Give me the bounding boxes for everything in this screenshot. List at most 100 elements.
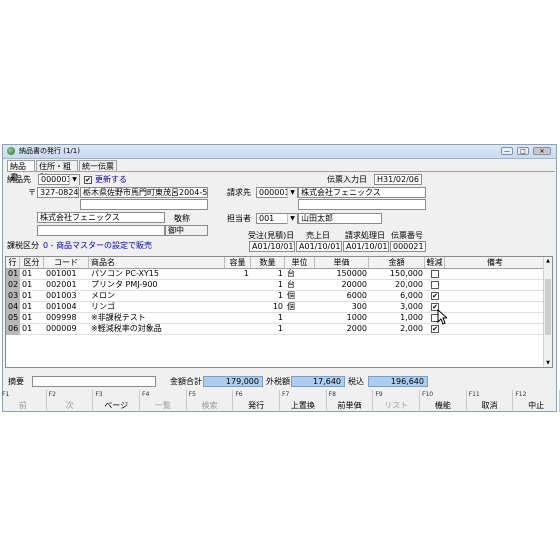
cell-remarks[interactable] (445, 269, 546, 280)
cell-code[interactable]: 000009 (44, 324, 89, 335)
cell-qty[interactable]: 1 (251, 269, 285, 280)
billing-name2-field[interactable] (298, 199, 426, 210)
reduced-tax-checkbox[interactable]: ✔ (431, 292, 439, 300)
table-row[interactable]: 05 01 009998 ※非課税テスト 1 1000 1,000 (6, 313, 546, 324)
cell-line-no[interactable]: 02 (6, 280, 20, 291)
cell-capacity[interactable] (225, 313, 251, 324)
vertical-scrollbar[interactable]: ▲ ▼ (543, 257, 552, 367)
fkey-f7[interactable]: F7 上置換 (280, 390, 327, 412)
col-header-name[interactable]: 商品名 (89, 257, 225, 268)
fkey-f1[interactable]: F1 前 (0, 390, 47, 412)
cell-unit[interactable]: 個 (285, 291, 315, 302)
cell-product-name[interactable]: プリンタ PMJ-900 (89, 280, 225, 291)
cell-qty[interactable]: 1 (251, 280, 285, 291)
col-header-unit[interactable]: 単位 (285, 257, 315, 268)
fkey-f2[interactable]: F2 次 (47, 390, 94, 412)
line-items-grid[interactable]: 行 区分 コード 商品名 容量 数量 単位 単価 金額 軽減 備考 01 01 00… (5, 256, 553, 368)
cell-kubun[interactable]: 01 (20, 302, 44, 313)
cell-kubun[interactable]: 01 (20, 269, 44, 280)
address-line1-field[interactable]: 栃木県佐野市馬門町東茂呂2004-5 (80, 187, 208, 198)
cell-unit[interactable] (285, 313, 315, 324)
maximize-button[interactable]: □ (517, 147, 529, 155)
cell-unit[interactable]: 台 (285, 280, 315, 291)
staff-select[interactable]: 001 ▼ (256, 213, 298, 224)
col-header-line[interactable]: 行 (6, 257, 20, 268)
cell-line-no[interactable]: 01 (6, 269, 20, 280)
table-row[interactable]: 01 01 001001 パソコン PC-XY15 1 1 台 150000 150,000 (6, 269, 546, 280)
slip-no-field[interactable]: 000021 (390, 241, 426, 252)
col-header-price[interactable]: 単価 (315, 257, 369, 268)
fkey-f12[interactable]: F12 中止 (513, 390, 560, 412)
cell-remarks[interactable] (445, 324, 546, 335)
update-checkbox[interactable]: ✔ (84, 176, 92, 184)
cell-code[interactable]: 001004 (44, 302, 89, 313)
cell-capacity[interactable] (225, 280, 251, 291)
staff-name-field[interactable]: 山田太郎 (298, 213, 382, 224)
fkey-f10[interactable]: F10 機能 (420, 390, 467, 412)
cell-code[interactable]: 001003 (44, 291, 89, 302)
col-header-qty[interactable]: 数量 (251, 257, 285, 268)
cell-unit[interactable]: 台 (285, 269, 315, 280)
table-row[interactable]: 06 01 000009 ※軽減税率の対象品 1 2000 2,000 ✔ (6, 324, 546, 335)
title-bar[interactable]: 納品書の発行 (1/1) — □ ✕ (3, 145, 556, 159)
cell-product-name[interactable]: ※非課税テスト (89, 313, 225, 324)
cell-price[interactable]: 2000 (315, 324, 369, 335)
fkey-f3[interactable]: F3 ページ (93, 390, 140, 412)
chevron-down-icon[interactable]: ▼ (69, 175, 79, 185)
close-button[interactable]: ✕ (533, 147, 551, 155)
slip-date-field[interactable]: H31/02/06 (374, 174, 422, 185)
col-header-capacity[interactable]: 容量 (225, 257, 251, 268)
cell-qty[interactable]: 1 (251, 313, 285, 324)
delivery-to-select[interactable]: 000001 ▼ (38, 174, 80, 185)
col-header-kubun[interactable]: 区分 (20, 257, 44, 268)
cell-unit[interactable] (285, 324, 315, 335)
table-row[interactable]: 03 01 001003 メロン 1 個 6000 6,000 ✔ (6, 291, 546, 302)
table-row[interactable]: 04 01 001004 リンゴ 10 個 300 3,000 ✔ (6, 302, 546, 313)
order-date-field[interactable]: A01/10/01 (249, 241, 295, 252)
cell-product-name[interactable]: ※軽減税率の対象品 (89, 324, 225, 335)
tab-unified-slip[interactable]: 統一伝票 (79, 160, 117, 171)
reduced-tax-checkbox[interactable] (431, 270, 439, 278)
cell-amount[interactable]: 6,000 (369, 291, 425, 302)
cell-code[interactable]: 002001 (44, 280, 89, 291)
table-row[interactable]: 02 01 002001 プリンタ PMJ-900 1 台 20000 20,000 (6, 280, 546, 291)
cell-product-name[interactable]: メロン (89, 291, 225, 302)
cell-amount[interactable]: 1,000 (369, 313, 425, 324)
fkey-f5[interactable]: F5 検索 (187, 390, 234, 412)
cell-kubun[interactable]: 01 (20, 280, 44, 291)
scroll-up-icon[interactable]: ▲ (544, 257, 552, 265)
cell-capacity[interactable]: 1 (225, 269, 251, 280)
reduced-tax-checkbox[interactable] (431, 281, 439, 289)
cell-line-no[interactable]: 03 (6, 291, 20, 302)
bill-date-field[interactable]: A01/10/01 (343, 241, 389, 252)
fkey-f8[interactable]: F8 前単価 (327, 390, 374, 412)
cell-price[interactable]: 20000 (315, 280, 369, 291)
address-line2-field[interactable] (80, 199, 208, 210)
col-header-remarks[interactable]: 備考 (445, 257, 546, 268)
fkey-f6[interactable]: F6 発行 (233, 390, 280, 412)
chevron-down-icon[interactable]: ▼ (287, 214, 297, 224)
customer-name2-field[interactable] (37, 225, 165, 236)
col-header-reduced[interactable]: 軽減 (425, 257, 445, 268)
cell-remarks[interactable] (445, 291, 546, 302)
cell-product-name[interactable]: パソコン PC-XY15 (89, 269, 225, 280)
cell-line-no[interactable]: 06 (6, 324, 20, 335)
cell-price[interactable]: 300 (315, 302, 369, 313)
cell-line-no[interactable]: 05 (6, 313, 20, 324)
cell-kubun[interactable]: 01 (20, 291, 44, 302)
billing-select[interactable]: 000001 ▼ (256, 187, 298, 198)
cell-amount[interactable]: 150,000 (369, 269, 425, 280)
fkey-f4[interactable]: F4 一覧 (140, 390, 187, 412)
cell-qty[interactable]: 1 (251, 324, 285, 335)
cell-price[interactable]: 150000 (315, 269, 369, 280)
cell-remarks[interactable] (445, 280, 546, 291)
honorific-field[interactable]: 御中 (165, 225, 208, 236)
scroll-down-icon[interactable]: ▼ (544, 359, 552, 367)
sales-date-field[interactable]: A01/10/01 (296, 241, 342, 252)
cell-qty[interactable]: 1 (251, 291, 285, 302)
minimize-button[interactable]: — (501, 147, 513, 155)
tab-address-profit[interactable]: 住所・粗利 (36, 160, 78, 182)
tax-class-value[interactable]: 0 - 商品マスターの設定で販売 (43, 241, 152, 251)
fkey-f9[interactable]: F9 リスト (373, 390, 420, 412)
reduced-tax-checkbox[interactable]: ✔ (431, 325, 439, 333)
